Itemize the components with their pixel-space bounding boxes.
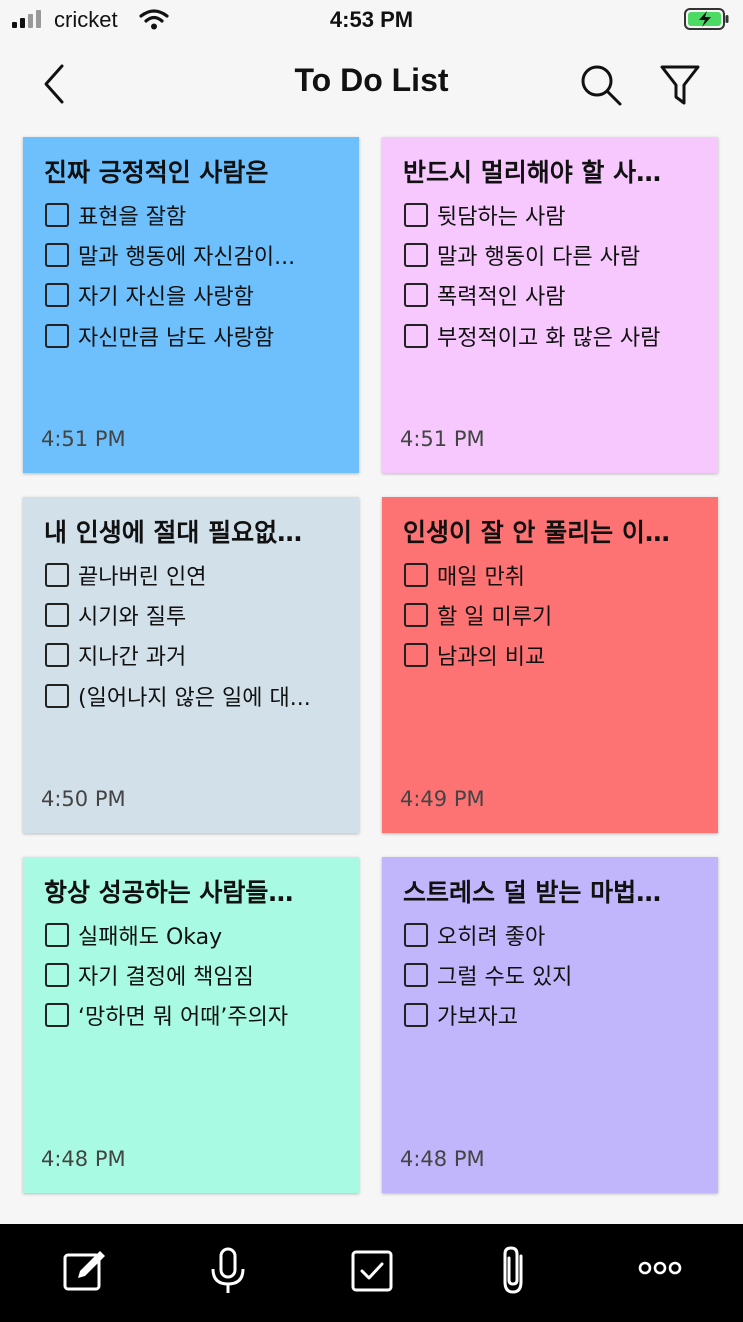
note-timestamp: 4:51 PM: [400, 427, 485, 451]
checklist-item-label: 자기 자신을 사랑함: [78, 285, 254, 310]
checkbox[interactable]: [404, 324, 428, 348]
checklist-item-label: 뒷담하는 사람: [437, 205, 566, 230]
note-title: 내 인생에 절대 필요없…: [44, 518, 303, 547]
note-card[interactable]: 항상 성공하는 사람들… 실패해도 Okay 자기 결정에 책임짐 ‘망하면 뭐 어때…: [23, 857, 359, 1193]
checklist-item: 매일 만취: [404, 560, 704, 590]
navigation-bar: To Do List: [0, 40, 743, 130]
checkbox[interactable]: [45, 243, 69, 267]
note-timestamp: 4:48 PM: [41, 1147, 126, 1171]
checklist-item-label: ‘망하면 뭐 어때’주의자: [78, 1005, 289, 1030]
checklist-item-label: 말과 행동에 자신감이...: [78, 245, 296, 270]
checkbox[interactable]: [45, 923, 69, 947]
checklist-item-label: 끝나버린 인연: [78, 565, 207, 590]
checkbox[interactable]: [45, 1003, 69, 1027]
checkbox[interactable]: [404, 203, 428, 227]
microphone-icon[interactable]: [203, 1246, 253, 1296]
checkbox[interactable]: [404, 283, 428, 307]
more-icon[interactable]: [635, 1246, 685, 1296]
checklist-item-label: 자기 결정에 책임짐: [78, 965, 254, 990]
checklist-item: 표현을 잘함: [45, 200, 345, 230]
filter-icon[interactable]: [657, 62, 703, 108]
checkbox[interactable]: [404, 963, 428, 987]
note-title: 스트레스 덜 받는 마법…: [403, 878, 662, 907]
checklist-item: 실패해도 Okay: [45, 920, 345, 950]
checkbox-icon[interactable]: [347, 1246, 397, 1296]
paperclip-icon[interactable]: [491, 1246, 541, 1296]
checkbox[interactable]: [404, 563, 428, 587]
checklist-item: 그럴 수도 있지: [404, 960, 704, 990]
status-bar: cricket 4:53 PM: [0, 0, 743, 40]
checklist-item: 가보자고: [404, 1000, 704, 1030]
checkbox[interactable]: [45, 283, 69, 307]
checkbox[interactable]: [404, 1003, 428, 1027]
checklist-item: 뒷담하는 사람: [404, 200, 704, 230]
checkbox[interactable]: [45, 324, 69, 348]
checklist-item: ‘망하면 뭐 어때’주의자: [45, 1000, 345, 1030]
checklist-item: 지나간 과거: [45, 640, 345, 670]
checkbox[interactable]: [45, 563, 69, 587]
checklist-item: 말과 행동에 자신감이...: [45, 240, 345, 270]
note-title: 진짜 긍정적인 사람은: [44, 158, 269, 187]
checklist-item: 자기 자신을 사랑함: [45, 280, 345, 310]
note-timestamp: 4:51 PM: [41, 427, 126, 451]
note-card[interactable]: 내 인생에 절대 필요없… 끝나버린 인연시기와 질투지나간 과거 (일어나지 않은…: [23, 497, 359, 833]
checkbox[interactable]: [45, 643, 69, 667]
checklist-item: 끝나버린 인연: [45, 560, 345, 590]
checklist-item: 할 일 미루기: [404, 600, 704, 630]
checklist-item-label: 그럴 수도 있지: [437, 965, 573, 990]
checklist-item: 폭력적인 사람: [404, 280, 704, 310]
search-icon[interactable]: [578, 62, 624, 108]
checkbox[interactable]: [404, 643, 428, 667]
checklist-item: 말과 행동이 다른 사람: [404, 240, 704, 270]
checklist-item-label: (일어나지 않은 일에 대...: [78, 686, 311, 711]
checkbox[interactable]: [404, 603, 428, 627]
checklist-item-label: 자신만큼 남도 사랑함: [78, 326, 275, 351]
checkbox[interactable]: [45, 603, 69, 627]
battery-charging-icon: [684, 8, 729, 30]
checklist-item-label: 시기와 질투: [78, 605, 187, 630]
checklist-item-label: 지나간 과거: [78, 645, 187, 670]
note-title: 항상 성공하는 사람들…: [44, 878, 294, 907]
checklist-item-label: 남과의 비교: [437, 645, 546, 670]
note-timestamp: 4:50 PM: [41, 787, 126, 811]
page-title: To Do List: [294, 62, 449, 98]
checklist-item: 시기와 질투: [45, 600, 345, 630]
checklist-item-label: 말과 행동이 다른 사람: [437, 245, 641, 270]
checkbox[interactable]: [45, 684, 69, 708]
checklist-item: 남과의 비교: [404, 640, 704, 670]
note-title: 인생이 잘 안 풀리는 이…: [403, 518, 670, 547]
checklist-item-label: 표현을 잘함: [78, 205, 187, 230]
checklist-item-label: 할 일 미루기: [437, 605, 553, 630]
checklist-item: 오히려 좋아: [404, 920, 704, 950]
checklist-item: 자기 결정에 책임짐: [45, 960, 345, 990]
checklist-item: 자신만큼 남도 사랑함: [45, 321, 345, 351]
note-card[interactable]: 반드시 멀리해야 할 사… 뒷담하는 사람말과 행동이 다른 사람폭력적인 사람부…: [382, 137, 718, 473]
compose-icon[interactable]: [60, 1246, 110, 1296]
checklist-item-label: 부정적이고 화 많은 사람: [437, 326, 661, 351]
bottom-toolbar: [0, 1224, 743, 1322]
checkbox[interactable]: [45, 203, 69, 227]
status-time: 4:53 PM: [329, 7, 414, 32]
note-timestamp: 4:49 PM: [400, 787, 485, 811]
checklist-item-label: 폭력적인 사람: [437, 285, 566, 310]
checkbox[interactable]: [404, 243, 428, 267]
checkbox[interactable]: [404, 923, 428, 947]
checklist-item-label: 매일 만취: [437, 565, 525, 590]
note-timestamp: 4:48 PM: [400, 1147, 485, 1171]
note-card[interactable]: 스트레스 덜 받는 마법… 오히려 좋아그럴 수도 있지가보자고 4:48 PM: [382, 857, 718, 1193]
checklist-item: 부정적이고 화 많은 사람: [404, 321, 704, 351]
note-title: 반드시 멀리해야 할 사…: [403, 158, 662, 187]
note-card[interactable]: 인생이 잘 안 풀리는 이… 매일 만취할 일 미루기남과의 비교 4:49 PM: [382, 497, 718, 833]
note-card[interactable]: 진짜 긍정적인 사람은표현을 잘함말과 행동에 자신감이... 자기 자신을 사랑…: [23, 137, 359, 473]
checklist-item-label: 오히려 좋아: [437, 925, 546, 950]
checklist-item-label: 실패해도 Okay: [78, 925, 223, 950]
checklist-item-label: 가보자고: [437, 1005, 518, 1030]
checklist-item: (일어나지 않은 일에 대...: [45, 681, 345, 711]
checkbox[interactable]: [45, 963, 69, 987]
